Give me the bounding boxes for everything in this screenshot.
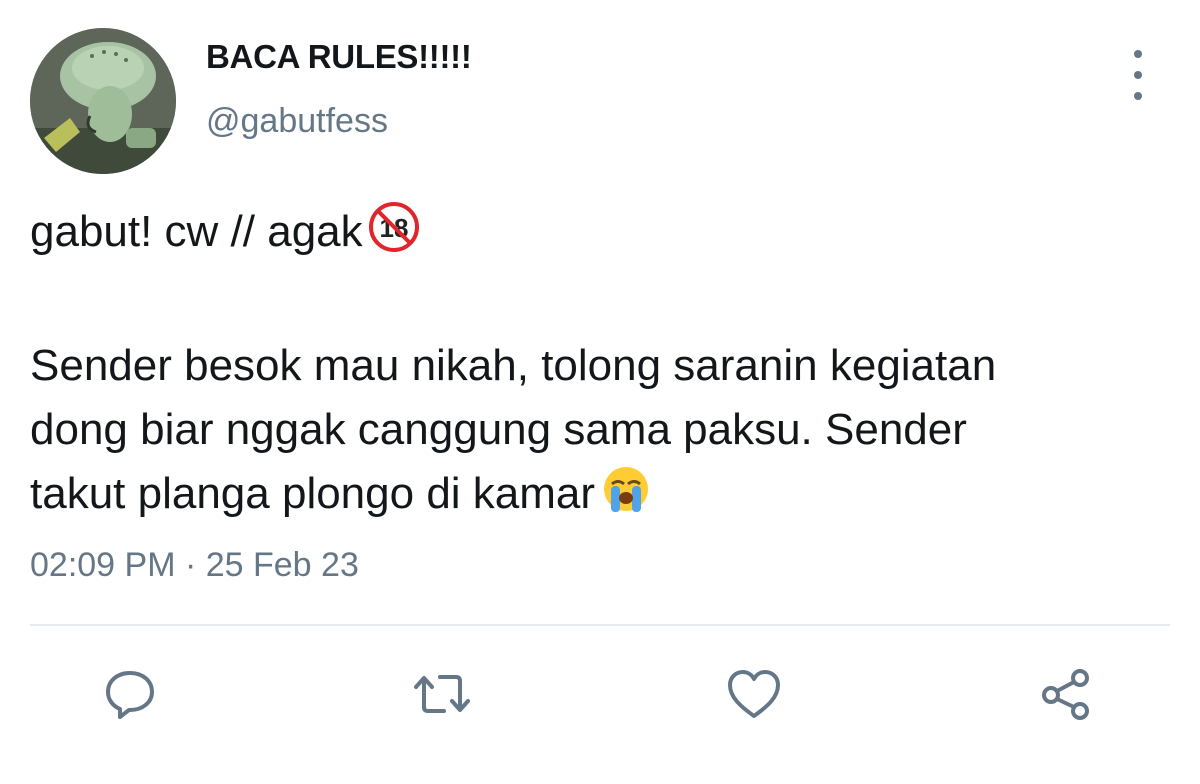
tweet-body-line-text: takut planga plongo di kamar	[30, 469, 596, 518]
reply-button[interactable]	[100, 664, 160, 724]
user-handle[interactable]: @gabutfess	[206, 102, 388, 141]
more-options-icon[interactable]	[1120, 50, 1156, 100]
tweet-text: gabut! cw // agak 18 Sender besok mau ni…	[30, 200, 1180, 532]
reply-icon	[106, 671, 154, 719]
loudly-crying-face-emoji	[601, 464, 651, 532]
tweet-body-line: Sender besok mau nikah, tolong saranin k…	[30, 341, 997, 390]
tweet-line-1: gabut! cw // agak 18	[30, 200, 1180, 270]
share-icon	[1042, 669, 1089, 720]
display-name[interactable]: BACA RULES!!!!!	[206, 38, 472, 76]
share-button[interactable]	[1036, 664, 1096, 724]
retweet-button[interactable]	[412, 664, 472, 724]
avatar[interactable]	[30, 28, 176, 174]
retweet-icon	[414, 675, 470, 713]
tweet-timestamp: 02:09 PM · 25 Feb 23	[30, 546, 359, 584]
like-icon	[728, 670, 780, 718]
tweet-line-1-text: gabut! cw // agak	[30, 207, 363, 256]
no-one-under-eighteen-emoji: 18	[368, 202, 419, 270]
tweet-body-line-last: takut planga plongo di kamar	[30, 462, 1180, 532]
divider	[30, 624, 1170, 626]
tweet-body-line: dong biar nggak canggung sama paksu. Sen…	[30, 405, 967, 454]
like-button[interactable]	[724, 664, 784, 724]
